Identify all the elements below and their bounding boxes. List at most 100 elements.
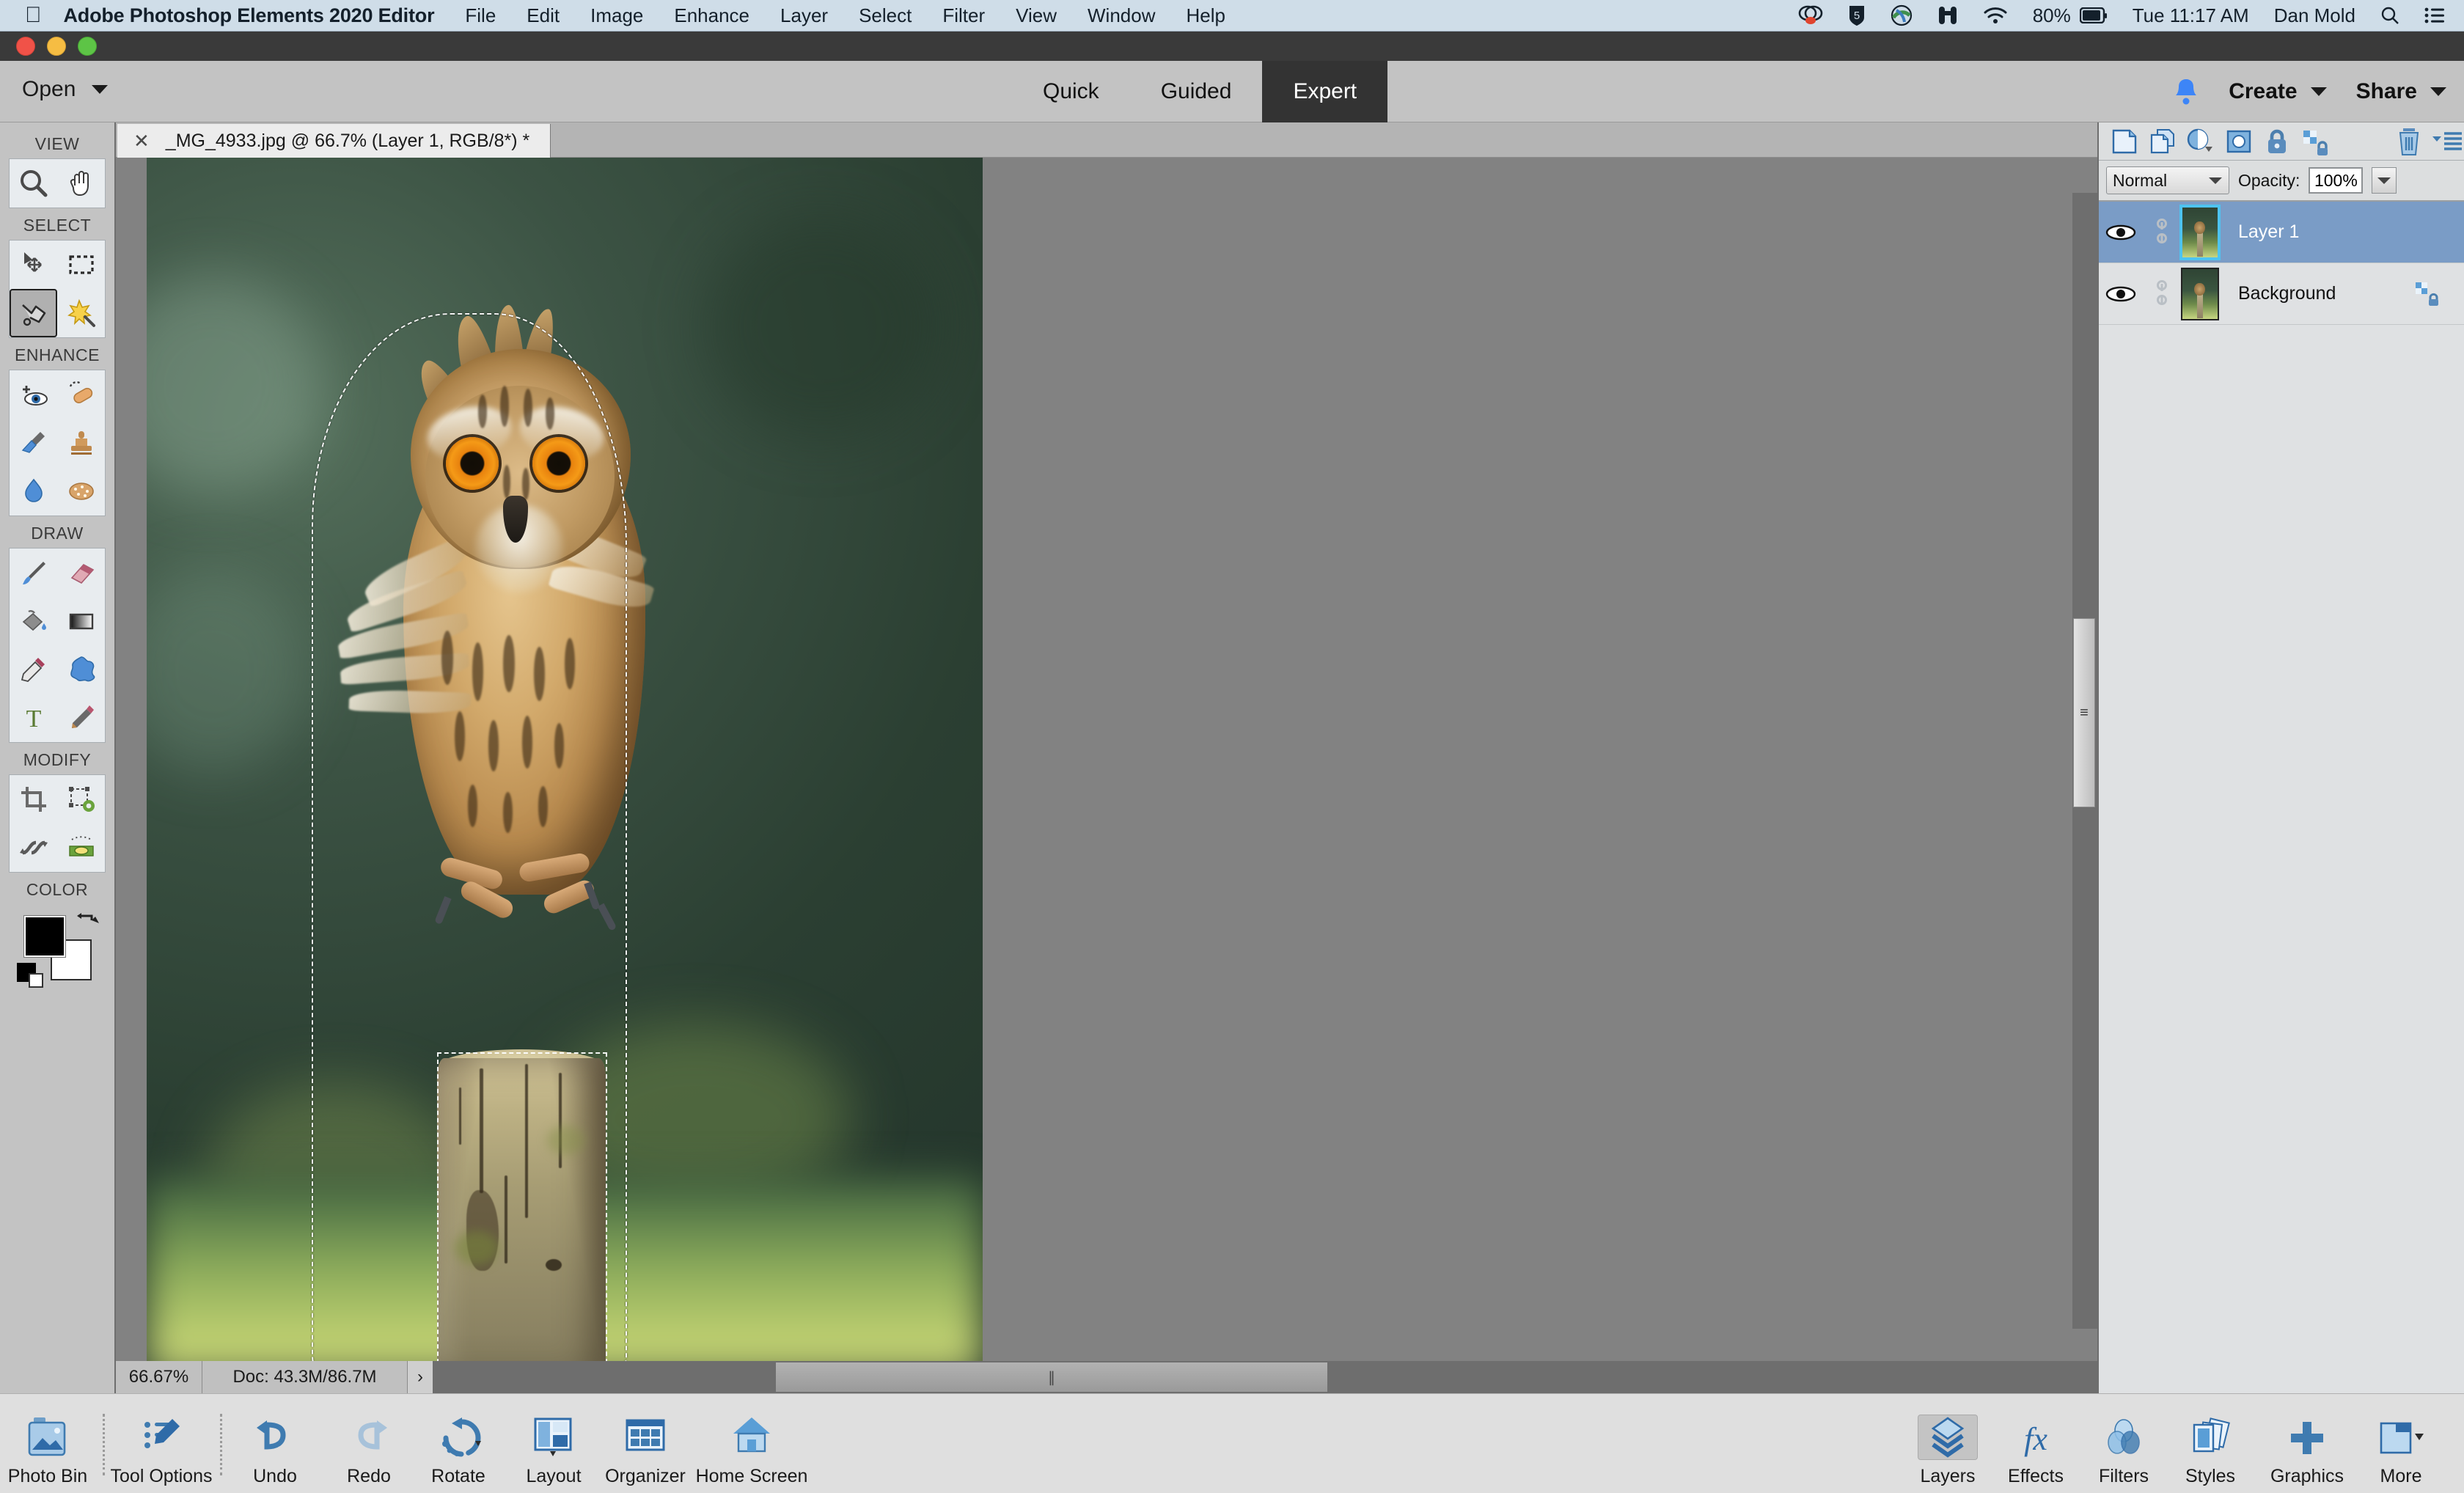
photo-image[interactable]	[147, 158, 983, 1361]
window-maximize-button[interactable]	[78, 37, 97, 56]
menu-enhance[interactable]: Enhance	[674, 4, 749, 27]
lock-transparency-icon[interactable]	[2298, 125, 2332, 158]
taskbar-photo-bin[interactable]: Photo Bin	[0, 1415, 95, 1487]
menubar-clock[interactable]: Tue 11:17 AM	[2133, 4, 2249, 27]
menubar-user-name[interactable]: Dan Mold	[2274, 4, 2355, 27]
taskbar-organizer[interactable]: Organizer	[598, 1415, 693, 1487]
spot-healing-brush-tool[interactable]	[57, 370, 105, 419]
eraser-tool[interactable]	[57, 549, 105, 597]
lock-all-icon[interactable]	[2260, 125, 2294, 158]
content-aware-move-tool[interactable]	[10, 823, 57, 872]
move-tool[interactable]	[10, 241, 57, 289]
blur-tool[interactable]	[10, 467, 57, 516]
rectangular-marquee-tool[interactable]	[57, 241, 105, 289]
close-icon[interactable]: ✕	[133, 130, 150, 153]
apple-logo-icon[interactable]: 	[25, 4, 42, 26]
taskbar-graphics[interactable]: Graphics	[2260, 1415, 2354, 1487]
swap-colors-icon[interactable]	[76, 911, 100, 932]
shield-icon[interactable]: 5	[1848, 4, 1866, 26]
canvas-vertical-scroll-thumb[interactable]: ≡	[2073, 618, 2095, 807]
quick-selection-tool[interactable]	[57, 289, 105, 337]
type-tool[interactable]: T	[10, 694, 57, 742]
custom-shape-tool[interactable]	[57, 645, 105, 694]
menu-filter[interactable]: Filter	[942, 4, 985, 27]
gradient-tool[interactable]	[57, 597, 105, 645]
open-button[interactable]: Open	[22, 77, 109, 102]
chevron-down-icon[interactable]	[2208, 176, 2223, 185]
layer-name[interactable]: Background	[2238, 283, 2336, 304]
share-button[interactable]: Share	[2356, 79, 2446, 104]
dropbox-icon[interactable]	[1798, 5, 1823, 26]
menu-file[interactable]: File	[465, 4, 496, 27]
menu-help[interactable]: Help	[1187, 4, 1225, 27]
duplicate-layer-icon[interactable]	[2146, 125, 2179, 158]
link-icon[interactable]	[2143, 279, 2181, 309]
status-doc-size[interactable]: Doc: 43.3M/86.7M	[202, 1361, 408, 1393]
foreground-color-swatch[interactable]	[24, 916, 65, 957]
taskbar-layers[interactable]: Layers	[1901, 1415, 1995, 1487]
new-layer-icon[interactable]	[2108, 125, 2141, 158]
adjustment-layer-icon[interactable]	[2184, 125, 2218, 158]
chevron-right-icon[interactable]: ›	[408, 1361, 433, 1393]
taskbar-undo[interactable]: Undo	[227, 1415, 323, 1487]
panel-menu-icon[interactable]	[2430, 125, 2464, 158]
delete-layer-icon[interactable]	[2392, 125, 2426, 158]
layer-thumbnail[interactable]	[2181, 267, 2219, 320]
chevron-down-icon[interactable]	[92, 85, 109, 94]
sponge-tool[interactable]	[57, 467, 105, 516]
canvas-horizontal-scroll-thumb[interactable]: ∥	[776, 1362, 1327, 1392]
layer-mask-icon[interactable]	[2222, 125, 2256, 158]
control-center-icon[interactable]	[2424, 7, 2445, 24]
taskbar-styles[interactable]: Styles	[2163, 1415, 2257, 1487]
smart-brush-tool[interactable]	[10, 419, 57, 467]
red-eye-removal-tool[interactable]	[10, 370, 57, 419]
recompose-tool[interactable]	[57, 775, 105, 823]
taskbar-more[interactable]: More	[2354, 1415, 2448, 1487]
pencil-tool[interactable]	[57, 694, 105, 742]
active-app-name[interactable]: Adobe Photoshop Elements 2020 Editor	[64, 4, 435, 27]
clone-stamp-tool[interactable]	[57, 419, 105, 467]
color-picker-tool[interactable]	[10, 645, 57, 694]
transparency-lock-icon[interactable]	[2414, 281, 2443, 307]
chevron-down-icon[interactable]	[2430, 87, 2446, 96]
paint-bucket-tool[interactable]	[10, 597, 57, 645]
document-tab[interactable]: ✕ _MG_4933.jpg @ 66.7% (Layer 1, RGB/8*)…	[117, 124, 551, 158]
layer-name[interactable]: Layer 1	[2238, 221, 2299, 243]
taskbar-redo[interactable]: Redo	[321, 1415, 417, 1487]
layer-row-background[interactable]: Background	[2099, 263, 2464, 325]
tab-quick[interactable]: Quick	[1012, 61, 1130, 122]
chevron-down-icon[interactable]	[2310, 87, 2327, 96]
menu-select[interactable]: Select	[859, 4, 912, 27]
layer-thumbnail[interactable]	[2181, 205, 2219, 259]
zoom-tool[interactable]	[10, 159, 57, 208]
wifi-icon[interactable]	[1983, 6, 2008, 25]
tab-guided[interactable]: Guided	[1130, 61, 1263, 122]
bell-icon[interactable]	[2173, 77, 2199, 106]
create-button[interactable]: Create	[2229, 79, 2327, 104]
menu-image[interactable]: Image	[590, 4, 643, 27]
taskbar-filters[interactable]: Filters	[2077, 1415, 2171, 1487]
layer-row-layer-1[interactable]: Layer 1	[2099, 202, 2464, 263]
taskbar-tool-options[interactable]: Tool Options	[111, 1415, 212, 1487]
taskbar-home-screen[interactable]: Home Screen	[682, 1415, 821, 1487]
eye-icon[interactable]	[2099, 223, 2143, 242]
crop-tool[interactable]	[10, 775, 57, 823]
hand-tool[interactable]	[57, 159, 105, 208]
link-icon[interactable]	[2143, 218, 2181, 247]
eye-icon[interactable]	[2099, 285, 2143, 304]
straighten-tool[interactable]	[57, 823, 105, 872]
globe-icon[interactable]	[1891, 4, 1913, 26]
menu-window[interactable]: Window	[1088, 4, 1155, 27]
menu-layer[interactable]: Layer	[780, 4, 828, 27]
default-colors-bg-icon[interactable]	[29, 973, 43, 988]
menu-edit[interactable]: Edit	[527, 4, 560, 27]
taskbar-effects[interactable]: fx Effects	[1989, 1415, 2083, 1487]
window-close-button[interactable]	[16, 37, 35, 56]
opacity-input[interactable]: 100%	[2309, 167, 2364, 194]
brush-tool[interactable]	[10, 549, 57, 597]
taskbar-layout[interactable]: Layout	[506, 1415, 601, 1487]
tab-expert[interactable]: Expert	[1262, 61, 1388, 122]
taskbar-rotate[interactable]: Rotate	[411, 1415, 506, 1487]
window-minimize-button[interactable]	[47, 37, 66, 56]
lasso-tool[interactable]	[10, 289, 57, 337]
